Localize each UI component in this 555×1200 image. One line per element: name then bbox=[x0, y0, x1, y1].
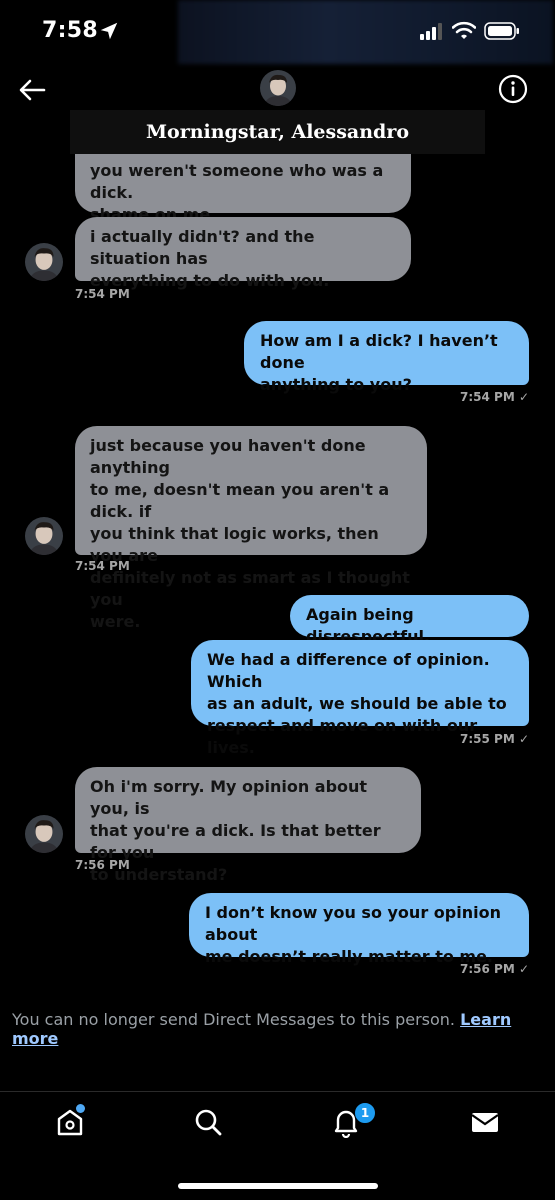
person-avatar-icon bbox=[25, 815, 63, 853]
message-line: to understand? bbox=[90, 865, 228, 884]
notice-text: You can no longer send Direct Messages t… bbox=[12, 1010, 456, 1029]
search-icon[interactable] bbox=[192, 1106, 224, 1138]
sender-avatar[interactable] bbox=[25, 517, 63, 555]
message-line: just because you haven't done anything bbox=[90, 436, 366, 477]
message-line: Oh i'm sorry. My opinion about you, is bbox=[90, 777, 368, 818]
message-bubble-received[interactable]: Oh i'm sorry. My opinion about you, is t… bbox=[75, 767, 421, 884]
message-line: i actually didn't? and the situation has bbox=[90, 227, 315, 268]
message-timestamp: 7:56 PM bbox=[75, 858, 130, 872]
info-icon[interactable] bbox=[498, 74, 528, 104]
person-avatar-icon bbox=[25, 243, 63, 281]
back-arrow-icon[interactable] bbox=[18, 77, 46, 103]
wifi-icon bbox=[452, 21, 476, 39]
message-line: to me, doesn't mean you aren't a dick. i… bbox=[90, 480, 390, 521]
message-bubble-sent[interactable]: I don’t know you so your opinion about m… bbox=[189, 893, 529, 966]
message-line: you weren't someone who was a dick. bbox=[90, 161, 384, 202]
person-avatar-icon bbox=[25, 517, 63, 555]
home-unread-dot bbox=[76, 1104, 85, 1113]
signal-icon bbox=[420, 23, 442, 40]
contact-name: Morningstar, Alessandro bbox=[70, 110, 485, 154]
message-bubble-received[interactable]: you weren't someone who was a dick. sham… bbox=[75, 154, 411, 224]
status-time: 7:58 bbox=[42, 18, 98, 43]
message-line: We had a difference of opinion. Which bbox=[207, 650, 490, 691]
tab-bar-divider bbox=[0, 1091, 555, 1092]
contact-avatar[interactable] bbox=[260, 70, 296, 106]
message-line: How am I a dick? I haven’t done bbox=[260, 331, 498, 372]
location-arrow-icon bbox=[100, 22, 118, 40]
message-bubble-sent[interactable]: Again being disrespectful. bbox=[290, 595, 529, 646]
message-line: you think that logic works, then you are bbox=[90, 524, 379, 565]
message-line: I don’t know you so your opinion about bbox=[205, 903, 501, 944]
dm-restriction-notice: You can no longer send Direct Messages t… bbox=[12, 1010, 552, 1048]
message-timestamp: 7:55 PM ✓ bbox=[460, 732, 529, 746]
message-bubble-sent[interactable]: We had a difference of opinion. Which as… bbox=[191, 640, 529, 757]
message-bubble-sent[interactable]: How am I a dick? I haven’t done anything… bbox=[244, 321, 529, 394]
message-timestamp: 7:54 PM bbox=[75, 287, 130, 301]
mail-icon[interactable] bbox=[469, 1106, 501, 1138]
message-line: as an adult, we should be able to bbox=[207, 694, 507, 713]
status-bar: 7:58 bbox=[0, 0, 555, 64]
message-timestamp: 7:56 PM ✓ bbox=[460, 962, 529, 976]
message-timestamp: 7:54 PM ✓ bbox=[460, 390, 529, 404]
message-timestamp: 7:54 PM bbox=[75, 559, 130, 573]
message-bubble-received[interactable]: just because you haven't done anything t… bbox=[75, 426, 427, 631]
message-bubble-received[interactable]: i actually didn't? and the situation has… bbox=[75, 217, 411, 290]
message-line: that you're a dick. Is that better for y… bbox=[90, 821, 381, 862]
battery-icon bbox=[484, 22, 519, 40]
home-indicator[interactable] bbox=[178, 1183, 378, 1189]
sender-avatar[interactable] bbox=[25, 243, 63, 281]
notification-badge: 1 bbox=[354, 1102, 376, 1124]
person-avatar-icon bbox=[260, 70, 296, 106]
message-line: everything to do with you. bbox=[90, 271, 330, 290]
sender-avatar[interactable] bbox=[25, 815, 63, 853]
